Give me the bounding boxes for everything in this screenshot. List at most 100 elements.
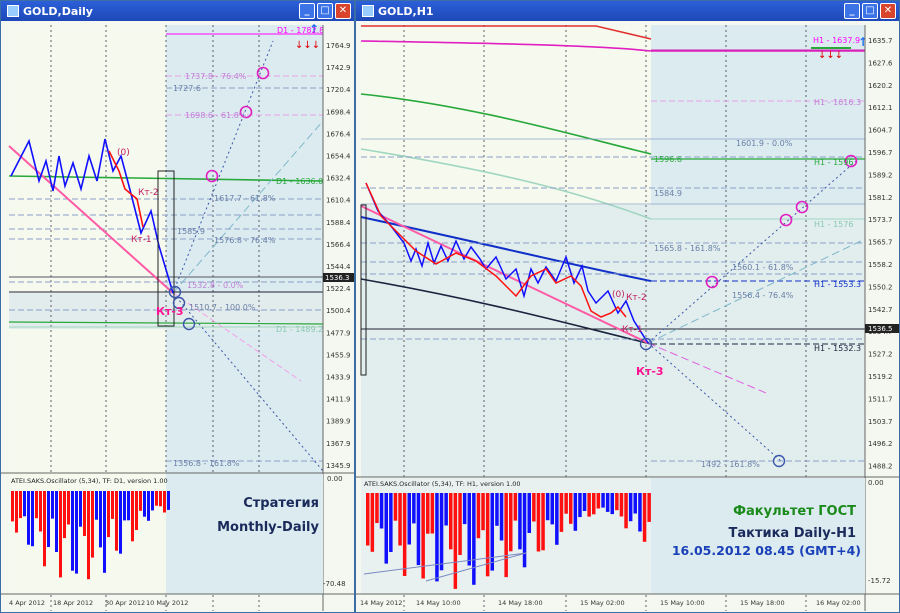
date-label: 14 May 2012 — [360, 599, 402, 607]
price-tick-label: 1544.4 — [326, 263, 351, 271]
oscillator-bar — [127, 491, 130, 521]
svg-text:↓↓↓: ↓↓↓ — [295, 40, 320, 51]
level-label: 1560.1 - 61.8% — [732, 263, 794, 272]
oscillator-bar — [75, 491, 78, 574]
oscillator-bar — [15, 491, 18, 533]
oscillator-bar — [63, 491, 66, 539]
oscillator-bar — [147, 491, 150, 521]
oscillator-bar — [19, 491, 22, 519]
oscillator-bar — [11, 491, 14, 522]
daily-chart-canvas[interactable]: ↓↓↓ ↑ D1 - 1782.8 1737.8 - 76.4% 1727.6 … — [1, 21, 354, 612]
current-price-label: 1536.5 — [868, 325, 893, 333]
price-tick-label: 1500.4 — [326, 307, 351, 315]
level-label: 1356.8 - 161.8% — [173, 459, 240, 468]
price-tick-label: 1433.9 — [326, 374, 351, 382]
datetime-label: 16.05.2012 08.45 (GMT+4) — [672, 543, 861, 558]
window-title: GOLD,H1 — [378, 4, 434, 18]
price-tick-label: 1566.4 — [326, 241, 351, 249]
price-tick-label: 1604.7 — [868, 127, 893, 135]
minimize-button[interactable]: _ — [844, 3, 860, 19]
price-tick-label: 1389.9 — [326, 418, 351, 426]
price-tick-label: 1511.7 — [868, 395, 893, 403]
osc-axis-bottom: -70.48 — [323, 580, 346, 588]
close-button[interactable]: ✕ — [335, 3, 351, 19]
oscillator-bar — [472, 493, 476, 585]
wave-label: Кт-1 — [622, 325, 643, 335]
wave-label: Кт-2 — [138, 188, 159, 198]
level-label: 1565.8 - 161.8% — [654, 244, 721, 253]
chart-window-icon — [362, 5, 374, 17]
window-titlebar[interactable]: GOLD,H1 _ □ ✕ — [356, 1, 899, 21]
date-label: 14 May 18:00 — [498, 599, 543, 607]
oscillator-bar — [481, 493, 485, 531]
oscillator-bar — [592, 493, 596, 515]
date-label: 15 May 02:00 — [580, 599, 625, 607]
oscillator-bar — [83, 491, 86, 536]
oscillator-bar — [167, 491, 170, 510]
minimize-button[interactable]: _ — [299, 3, 315, 19]
wave-label: Кт-3 — [636, 365, 664, 378]
oscillator-bar — [569, 493, 573, 524]
close-button[interactable]: ✕ — [880, 3, 896, 19]
level-label: 1617.7 - 61.8% — [214, 194, 276, 203]
oscillator-bar — [628, 493, 633, 522]
oscillator-bar — [59, 491, 62, 578]
price-tick-label: 1632.4 — [326, 175, 351, 183]
price-tick-label: 1635.7 — [868, 37, 893, 45]
faculty-label: Факультет ГОСТ — [733, 504, 856, 519]
oscillator-bar — [596, 493, 601, 509]
oscillator-bar — [518, 493, 522, 550]
future-zone — [166, 25, 323, 491]
price-tick-label: 1496.2 — [868, 440, 893, 448]
level-label: 1576.8 - 76.4% — [214, 236, 276, 245]
price-tick-label: 1550.2 — [868, 283, 893, 291]
oscillator-bar — [71, 491, 74, 571]
oscillator-bar — [407, 493, 411, 545]
maximize-button[interactable]: □ — [317, 3, 333, 19]
oscillator-bar — [67, 491, 70, 525]
date-label: 4 Apr 2012 — [9, 599, 45, 607]
oscillator-bar — [582, 493, 587, 511]
osc-axis-bottom: -15.72 — [868, 577, 891, 585]
oscillator-bar — [398, 493, 402, 546]
oscillator-bar — [389, 493, 393, 552]
date-label: 15 May 18:00 — [740, 599, 785, 607]
oscillator-bar — [564, 493, 568, 514]
price-tick-label: 1698.4 — [326, 108, 351, 116]
osc-axis-top: 0.00 — [327, 475, 343, 483]
strategy-title: Стратегия — [243, 496, 319, 511]
oscillator-bar — [601, 493, 605, 508]
oscillator-bar — [439, 493, 444, 571]
level-label: H1 - 1596 — [814, 158, 853, 167]
oscillator-bar — [111, 491, 114, 519]
oscillator-bar — [135, 491, 138, 530]
maximize-button[interactable]: □ — [862, 3, 878, 19]
h1-chart-canvas[interactable]: ↓↓↓ ↑ H1 - 1637.9 H1 - 1616.3 1601.9 - 0… — [356, 21, 899, 612]
oscillator-bar — [51, 491, 54, 519]
oscillator-bar — [375, 493, 379, 523]
oscillator-bar — [642, 493, 647, 542]
oscillator-bar — [467, 493, 471, 566]
date-label: 10 May 2012 — [146, 599, 188, 607]
oscillator-bar — [79, 491, 82, 527]
chart-window-gold-daily[interactable]: GOLD,Daily _ □ ✕ ↓↓↓ ↑ D1 - 1782.8 1737.… — [0, 0, 355, 613]
oscillator-bar — [159, 491, 162, 507]
price-tick-label: 1477.9 — [326, 329, 351, 337]
price-tick-label: 1654.4 — [326, 153, 351, 161]
oscillator-bar — [103, 491, 106, 573]
oscillator-bar — [107, 491, 110, 538]
osc-axis-top: 0.00 — [868, 479, 884, 487]
chart-window-gold-h1[interactable]: GOLD,H1 _ □ ✕ ↓↓↓ ↑ H1 - 1637.9 H1 - 161… — [355, 0, 900, 613]
oscillator-bar — [605, 493, 610, 512]
price-tick-label: 1588.4 — [326, 219, 351, 227]
oscillator-bar — [31, 491, 34, 547]
window-titlebar[interactable]: GOLD,Daily _ □ ✕ — [1, 1, 354, 21]
oscillator-bar — [23, 491, 26, 517]
oscillator-bar — [35, 491, 38, 519]
level-label: 1727.6 — [173, 84, 201, 93]
oscillator-bar — [416, 493, 421, 566]
level-label: H1 - 1616.3 — [814, 98, 861, 107]
oscillator-bar — [545, 493, 550, 521]
price-tick-label: 1612.1 — [868, 104, 893, 112]
price-tick-label: 1503.7 — [868, 418, 893, 426]
